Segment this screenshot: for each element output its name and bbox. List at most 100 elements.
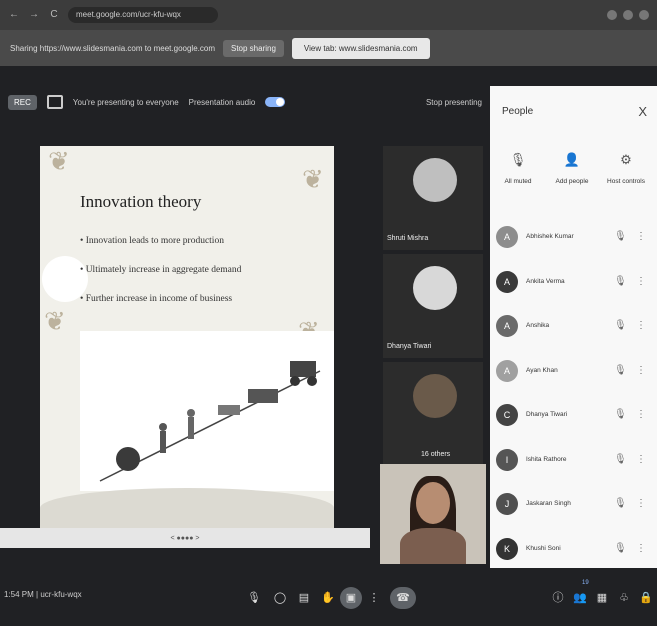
self-view-tile[interactable] (380, 464, 486, 564)
panel-title: People (502, 106, 534, 117)
innovation-illustration (80, 331, 334, 491)
leaf-decoration-icon: ❦ (44, 306, 66, 336)
present-screen-icon (46, 95, 63, 109)
participant-row[interactable]: A Anshika 🎙 ⋮ (496, 315, 651, 341)
add-person-icon: 👤 (563, 152, 581, 167)
self-view-body (400, 528, 466, 564)
avatar: A (496, 315, 518, 337)
slide-navigation-bar[interactable]: < ●●●● > (0, 528, 370, 548)
participant-row[interactable]: J Jaskaran Singh 🎙 ⋮ (496, 493, 651, 519)
leaf-decoration-icon: ❦ (302, 164, 324, 194)
call-controls-bar: 1:54 PM | ucr-kfu-wqx 🎙 ◯ ▤ ✋ ▣ ⋮ ☎ ⓘ 👥 … (0, 570, 657, 626)
more-options-icon[interactable]: ⋮ (636, 320, 646, 331)
participant-name: Anshika (526, 322, 550, 329)
all-muted-button[interactable]: 🎙 All muted (494, 152, 542, 188)
participant-name: Abhishek Kumar (526, 233, 574, 240)
slide-title: Innovation theory (80, 192, 202, 211)
mic-off-icon[interactable]: 🎙 (614, 231, 627, 242)
presenting-bar: REC You're presenting to everyone Presen… (0, 84, 490, 120)
participant-row[interactable]: A Ayan Khan 🎙 ⋮ (496, 359, 651, 386)
captions-icon[interactable]: ▤ (296, 590, 312, 606)
mic-off-icon[interactable]: 🎙 (614, 365, 627, 376)
profile-icon[interactable] (639, 10, 649, 20)
add-people-button[interactable]: 👤 Add people (548, 152, 596, 188)
more-options-icon[interactable]: ⋮ (636, 409, 646, 420)
chat-icon[interactable]: ▦ (594, 590, 610, 606)
people-count-badge: 19 (582, 580, 589, 586)
participant-row[interactable]: A Ankita Verma 🎙 ⋮ (496, 270, 651, 297)
avatar: A (496, 270, 518, 293)
avatar: A (496, 359, 518, 382)
slide-bullet: • Ultimately increase in aggregate deman… (80, 265, 242, 275)
activities-icon[interactable]: ♧ (616, 590, 632, 606)
action-label: All muted (504, 178, 532, 185)
bookmark-icon[interactable] (623, 10, 633, 20)
mic-off-icon[interactable]: 🎙 (614, 498, 627, 509)
presenting-status: You're presenting to everyone (72, 97, 179, 107)
raise-hand-icon[interactable]: ✋ (320, 590, 336, 606)
participant-row[interactable]: K Khushi Soni 🎙 ⋮ (496, 537, 651, 564)
host-controls-button[interactable]: ⚙ Host controls (602, 152, 650, 188)
participant-name: Ankita Verma (526, 277, 565, 285)
participant-tile[interactable]: Shruti Mishra (383, 146, 483, 250)
stop-presenting-button[interactable]: Stop presenting (426, 98, 482, 107)
avatar: C (496, 404, 518, 426)
info-icon[interactable]: ⓘ (550, 590, 566, 606)
participant-name: Jaskaran Singh (526, 500, 571, 507)
end-call-icon[interactable]: ☎ (390, 587, 416, 609)
camera-icon[interactable]: ◯ (272, 590, 288, 606)
more-options-icon[interactable]: ⋮ (636, 454, 646, 465)
more-options-icon[interactable]: ⋮ (636, 276, 646, 287)
more-options-icon[interactable]: ⋮ (636, 365, 646, 376)
present-icon[interactable]: ▣ (340, 587, 362, 609)
people-panel: People X 🎙 All muted 👤 Add people ⚙ Host… (490, 86, 657, 568)
view-tab-button[interactable]: View tab: www.slidesmania.com (291, 37, 430, 59)
sharing-text: Sharing https://www.slidesmania.com to m… (10, 43, 215, 53)
address-bar[interactable]: meet.google.com/ucr-kfu-wqx (68, 7, 218, 23)
mic-off-icon: 🎙 (509, 152, 527, 167)
participant-row[interactable]: A Abhishek Kumar 🎙 ⋮ (496, 226, 651, 252)
avatar (413, 374, 457, 418)
participant-name: Khushi Soni (526, 544, 561, 552)
participant-name: Dhanya Tiwari (526, 411, 568, 418)
lock-icon[interactable]: 🔒 (638, 590, 654, 606)
more-options-icon[interactable]: ⋮ (636, 231, 646, 242)
sharing-banner: Sharing https://www.slidesmania.com to m… (0, 30, 657, 66)
more-options-icon[interactable]: ⋮ (636, 498, 646, 509)
others-tile[interactable]: 16 others (383, 362, 483, 466)
participant-row[interactable]: C Dhanya Tiwari 🎙 ⋮ (496, 404, 651, 430)
recording-badge: REC (8, 94, 37, 110)
stop-sharing-button[interactable]: Stop sharing (222, 39, 284, 57)
host-controls-icon: ⚙ (620, 152, 632, 167)
mic-off-icon[interactable]: 🎙 (614, 409, 627, 420)
participant-row[interactable]: I Ishita Rathore 🎙 ⋮ (496, 448, 651, 475)
avatar: I (496, 448, 518, 471)
avatar: A (496, 226, 518, 248)
presentation-audio-toggle[interactable] (265, 97, 286, 107)
participant-name: Shruti Mishra (387, 235, 429, 242)
meeting-time-code: 1:54 PM | ucr-kfu-wqx (4, 590, 82, 599)
participant-name: Ishita Rathore (526, 455, 567, 463)
forward-icon[interactable]: → (28, 9, 40, 21)
mic-icon[interactable]: 🎙 (246, 590, 262, 606)
participant-tile[interactable]: Dhanya Tiwari (383, 254, 483, 358)
mic-off-icon[interactable]: 🎙 (614, 454, 627, 465)
slide-ground (40, 488, 334, 528)
mic-off-icon[interactable]: 🎙 (614, 320, 627, 331)
avatar: K (496, 537, 518, 560)
back-icon[interactable]: ← (8, 9, 20, 21)
reload-icon[interactable]: C (48, 9, 60, 21)
meet-window: ← → C meet.google.com/ucr-kfu-wqx Sharin… (0, 0, 657, 626)
extension-icon[interactable] (607, 10, 617, 20)
mic-off-icon[interactable]: 🎙 (614, 276, 627, 287)
slide-page-indicator[interactable]: < ●●●● > (171, 535, 200, 542)
presentation-audio-label: Presentation audio (188, 97, 256, 107)
participant-name: Dhanya Tiwari (387, 343, 432, 350)
mic-off-icon[interactable]: 🎙 (614, 543, 627, 554)
participant-name: Ayan Khan (526, 366, 558, 374)
more-options-icon[interactable]: ⋮ (366, 590, 382, 606)
more-options-icon[interactable]: ⋮ (636, 543, 646, 554)
close-icon[interactable]: X (638, 104, 647, 119)
people-icon[interactable]: 👥 (572, 590, 588, 606)
avatar (413, 266, 457, 310)
